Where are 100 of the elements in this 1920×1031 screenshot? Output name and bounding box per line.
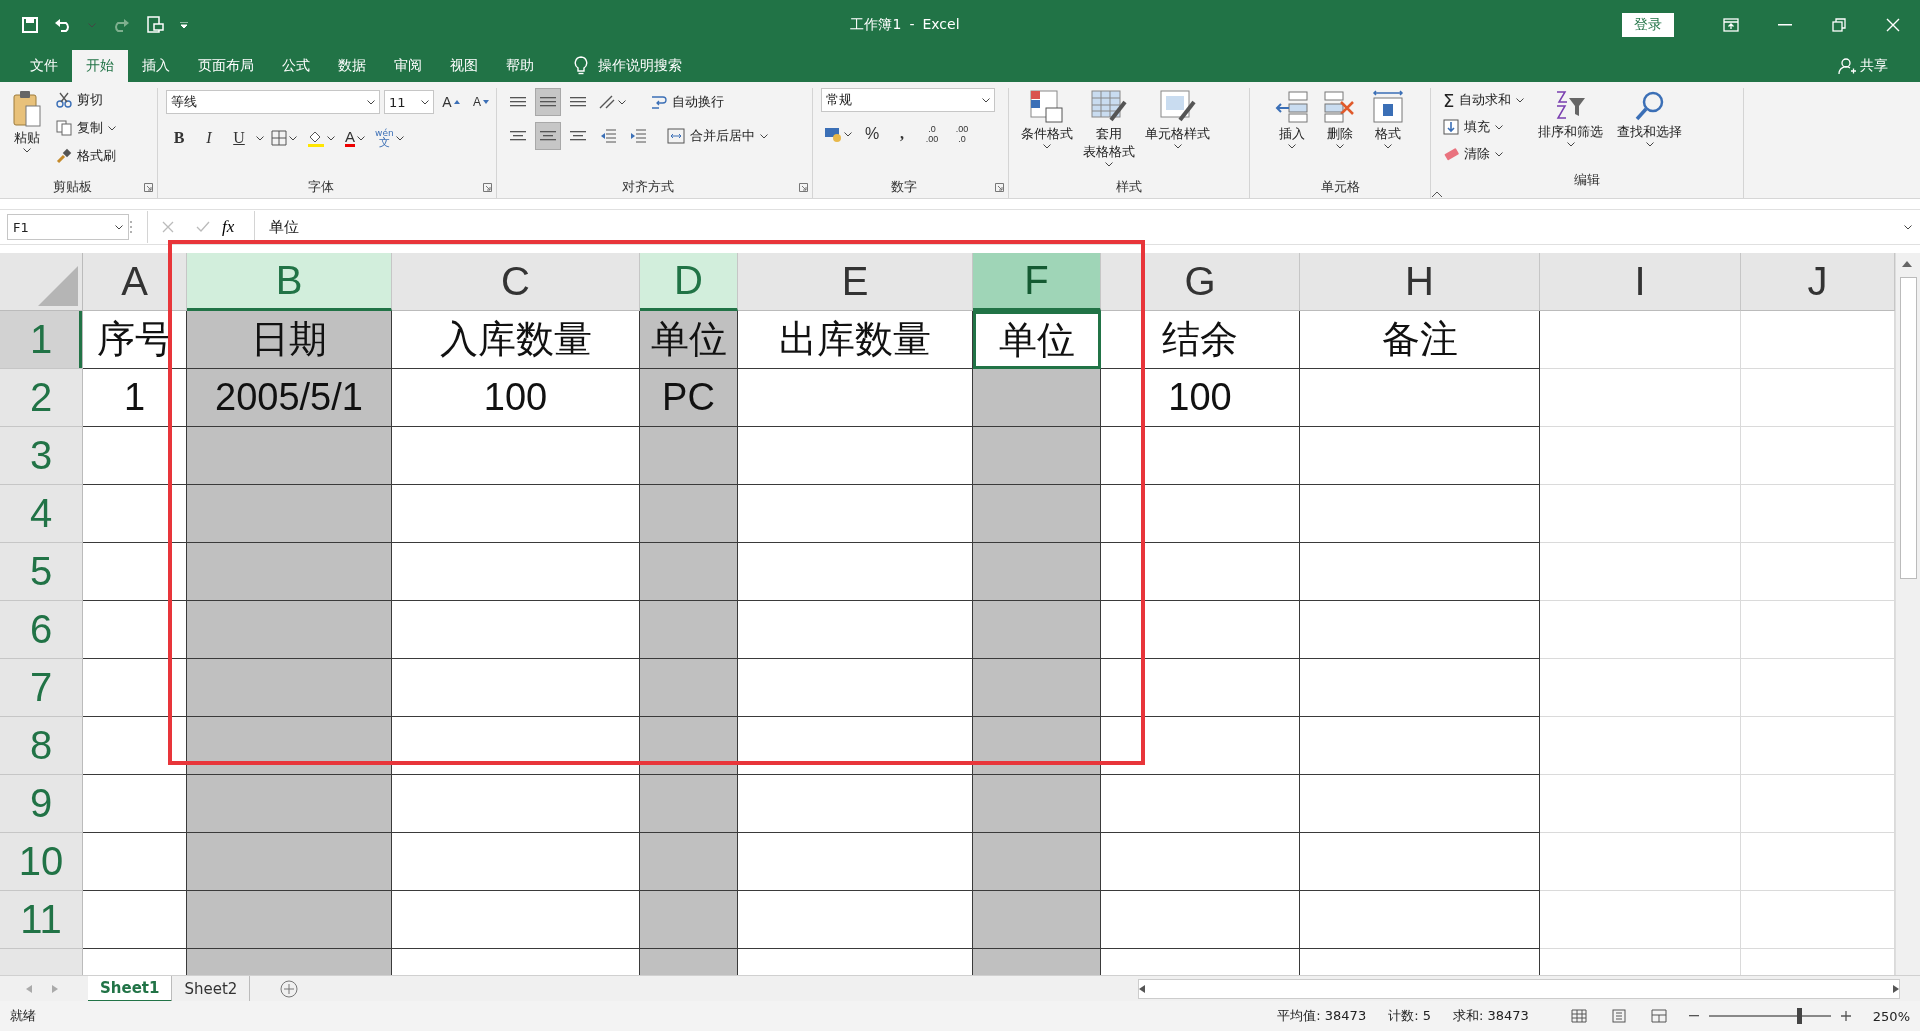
row-header[interactable]: 2 (0, 369, 83, 427)
vertical-scrollbar[interactable] (1895, 253, 1920, 975)
down-triangle-icon (483, 100, 489, 104)
column-header[interactable]: C (392, 253, 640, 311)
column-header[interactable]: F (973, 253, 1101, 311)
outdent-icon (600, 129, 616, 143)
italic-button[interactable]: I (196, 124, 222, 152)
caret-icon (1495, 151, 1503, 157)
horizontal-align-button[interactable] (535, 122, 561, 150)
group-label: 字体 (306, 178, 335, 196)
font-color-button[interactable]: A (342, 124, 368, 152)
column-header[interactable]: E (738, 253, 973, 311)
ribbon-tab[interactable]: 文件 (16, 50, 72, 82)
caret-icon (1495, 124, 1503, 130)
autosum-button[interactable]: Σ 自动求和 (1439, 88, 1529, 112)
dialog-launcher-icon (483, 182, 492, 192)
table-style-icon (1091, 90, 1127, 124)
style-button[interactable]: 条件格式 (1017, 88, 1077, 151)
wrap-text-button[interactable]: 自动换行 (647, 90, 728, 114)
sign-in-button[interactable]: 登录 (1622, 13, 1674, 37)
column-header[interactable]: J (1741, 253, 1895, 311)
zoom-level[interactable]: 250% (1872, 1008, 1910, 1024)
grow-font-button[interactable]: A (438, 88, 464, 116)
print-preview-icon (146, 16, 164, 34)
cut-button[interactable]: 剪切 (52, 88, 120, 112)
font-name-field[interactable]: 等线 (166, 90, 380, 114)
ribbon-display-icon (1723, 18, 1739, 32)
sheet-tab[interactable]: Sheet1 (88, 976, 173, 1002)
comma-style-button[interactable]: , (889, 120, 915, 148)
minimize-icon (1778, 24, 1792, 26)
table-cell: 备注 (1300, 311, 1540, 369)
bold-button[interactable]: B (166, 124, 192, 152)
ribbon-tab[interactable]: 数据 (324, 50, 380, 82)
ribbon-tab[interactable]: 帮助 (492, 50, 548, 82)
merge-center-button[interactable]: 合并后居中 (663, 124, 772, 148)
phonetic-button[interactable]: wén 文 (372, 124, 407, 152)
customize-caret-icon (180, 22, 188, 28)
number-format-field[interactable]: 常规 (821, 88, 995, 112)
row-header[interactable]: 7 (0, 659, 83, 717)
vertical-align-button[interactable] (535, 88, 561, 116)
formula-field[interactable]: 单位 (254, 211, 1904, 243)
row-header[interactable]: 4 (0, 485, 83, 543)
share-button[interactable]: 共享 (1832, 50, 1894, 82)
clear-button[interactable]: 清除 (1439, 142, 1529, 166)
caret-icon (367, 99, 375, 105)
row-header[interactable]: 10 (0, 833, 83, 891)
format-painter-button[interactable]: 格式刷 (52, 144, 120, 168)
caret-icon (395, 135, 404, 141)
zoom-slider-thumb[interactable] (1796, 1008, 1802, 1024)
ribbon-tab[interactable]: 审阅 (380, 50, 436, 82)
horizontal-scrollbar[interactable] (1138, 979, 1900, 999)
decrease-decimal-button[interactable]: .00 .0 (949, 120, 975, 148)
increase-decimal-button[interactable]: .0 .00 (919, 120, 945, 148)
font-size-field[interactable]: 11 (384, 90, 434, 114)
caret-icon (1336, 144, 1344, 149)
row-header[interactable]: 6 (0, 601, 83, 659)
ribbon-tab[interactable]: 页面布局 (184, 50, 268, 82)
row-header[interactable]: 3 (0, 427, 83, 485)
shrink-font-button[interactable]: A (468, 88, 494, 116)
ribbon-tab[interactable]: 插入 (128, 50, 184, 82)
caret-icon (421, 99, 429, 105)
column-header[interactable]: H (1300, 253, 1540, 311)
row-header[interactable]: 9 (0, 775, 83, 833)
name-box[interactable]: F1 (7, 214, 129, 240)
align-lines-icon (510, 131, 526, 141)
table-cell: 日期 (187, 311, 392, 369)
cells-button[interactable]: 删除 (1319, 88, 1361, 151)
row-header[interactable]: 1 (0, 311, 83, 369)
undo-icon (54, 18, 72, 32)
caret-icon (115, 224, 123, 230)
align-lines-icon (570, 97, 586, 107)
column-header[interactable]: B (187, 253, 392, 311)
paste-button[interactable]: 粘贴 (8, 88, 46, 155)
dialog-launcher-icon (144, 182, 153, 192)
paint-bucket-icon (307, 129, 325, 147)
style-button[interactable]: 单元格样式 (1141, 88, 1214, 151)
ribbon-tab[interactable]: 公式 (268, 50, 324, 82)
column-header[interactable]: D (640, 253, 738, 311)
app-name: Excel (922, 16, 960, 34)
fill-button[interactable]: 填充 (1439, 115, 1529, 139)
row-header[interactable]: 5 (0, 543, 83, 601)
sort-filter-button[interactable]: 排序和筛选 (1534, 88, 1608, 149)
tell-me-search[interactable]: 操作说明搜索 (568, 50, 688, 82)
percent-button[interactable]: % (859, 120, 885, 148)
column-header[interactable]: I (1540, 253, 1741, 311)
insert-function-button[interactable]: fx (216, 216, 241, 238)
table-cell: 结余 (1101, 311, 1300, 369)
style-button[interactable]: 套用 表格格式 (1079, 88, 1139, 169)
ribbon-tab[interactable]: 开始 (72, 50, 128, 82)
copy-button[interactable]: 复制 (52, 116, 120, 140)
column-header[interactable]: G (1101, 253, 1300, 311)
cells-button[interactable]: 格式 (1367, 88, 1409, 151)
column-header[interactable]: A (83, 253, 187, 311)
table-cell: PC (640, 369, 738, 427)
ribbon-tab[interactable]: 视图 (436, 50, 492, 82)
row-header[interactable]: 11 (0, 891, 83, 949)
row-header[interactable]: 8 (0, 717, 83, 775)
find-select-button[interactable]: 查找和选择 (1613, 88, 1687, 149)
cells-button[interactable]: 插入 (1271, 88, 1313, 151)
underline-button[interactable]: U (226, 124, 252, 152)
